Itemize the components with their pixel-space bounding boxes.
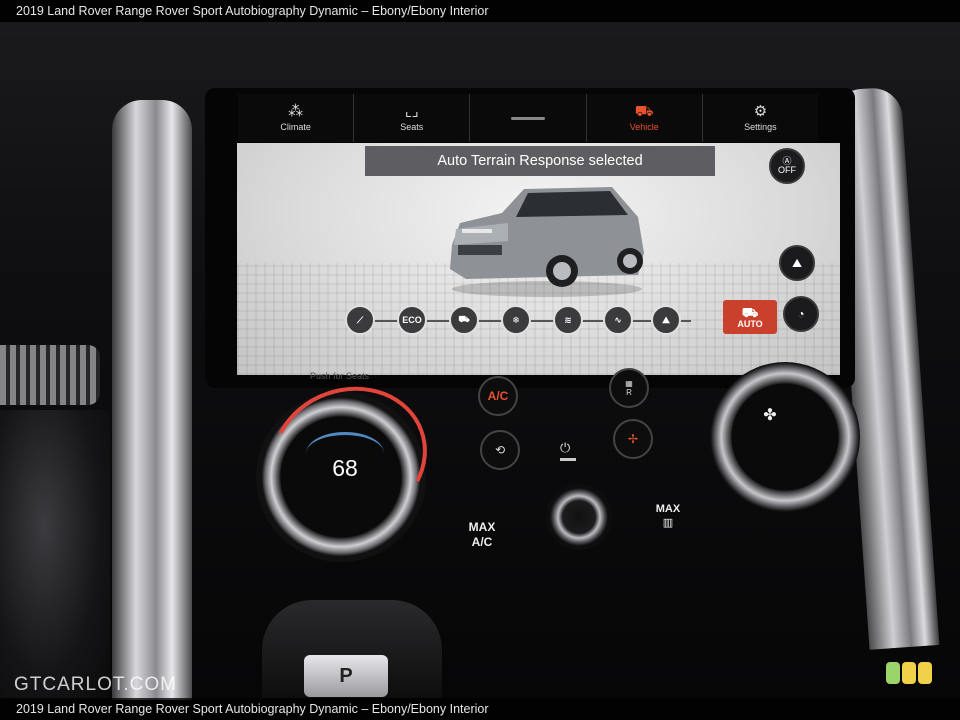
top-navigation-bar: ⁂ Climate ⌞⌟ Seats ⛟ Vehicle ⚙ Settings [238,94,818,142]
mountain-icon: ⛰ [791,255,803,270]
settings-icon: ⚙ [753,103,768,120]
terrain-mode-selector: ⟋ ECO ⛟ ❄ ≋ ∿ ⛰ [341,303,721,339]
site-watermark: GTCARLOT.COM [14,674,177,695]
park-indicator: P [304,655,388,697]
vehicle-icon: ⛟ [741,304,759,320]
nav-seats[interactable]: ⌞⌟ Seats [354,94,471,142]
nav-climate-label: Climate [280,122,311,132]
yellow-light-icon [918,662,932,684]
nav-seats-label: Seats [400,122,424,132]
vehicle-illustration [450,187,644,297]
fan-icon: ✢ [627,432,639,446]
fan-auto-button[interactable]: ✢ [613,419,653,459]
eco-mode-label: ECO [402,315,422,325]
push-for-seats-label: Push for Seats [310,371,370,381]
sand-mode-icon: ∿ [614,314,622,325]
home-dash-icon [511,116,545,120]
traffic-light-badge [886,662,932,684]
dynamic-mode-button[interactable]: ⟋ [345,305,375,335]
snow-mode-icon: ❄ [512,314,520,325]
temperature-readout: 68 [332,455,358,481]
nav-settings-label: Settings [744,122,777,132]
terrain-response-display: Auto Terrain Response selected Ⓐ OFF ⛰ ◔… [237,143,840,375]
comfort-mode-button[interactable]: ⛟ [449,305,479,335]
mud-ruts-mode-button[interactable]: ≋ [553,305,583,335]
terrain-off-button[interactable]: Ⓐ OFF [769,148,805,184]
hill-descent-button[interactable]: ⛰ [779,245,815,281]
auto-terrain-label: AUTO [737,318,763,329]
fan-speed-knob[interactable] [710,362,860,512]
seats-icon: ⌞⌟ [404,103,419,120]
rock-crawl-mode-button[interactable]: ⛰ [651,305,681,335]
defrost-icon: ▥ [662,517,674,529]
rock-mode-icon: ⛰ [662,314,670,325]
eco-mode-button[interactable]: ECO [397,305,427,335]
yellow-light-icon [902,662,916,684]
power-icon: ⏻ [560,440,571,455]
climate-icon: ⁂ [288,103,304,120]
max-defrost-label: MAX [655,503,681,515]
rear-defrost-button[interactable]: ▦ R [609,368,649,408]
sand-mode-button[interactable]: ∿ [603,305,633,335]
terrain-off-label: OFF [778,165,796,175]
terrain-status-banner: Auto Terrain Response selected [365,146,715,176]
mud-mode-icon: ≋ [564,314,572,325]
volume-knob[interactable] [546,484,612,550]
fan-speed-icon: ✤ [763,407,777,424]
recirculation-button[interactable]: ⟲ [480,430,520,470]
nav-vehicle[interactable]: ⛟ Vehicle [587,94,703,142]
rear-defrost-label: R [626,388,632,397]
brake-pedal [0,345,100,405]
nav-vehicle-label: Vehicle [629,122,659,132]
dynamic-program-button[interactable]: ◔ [783,296,819,332]
dynamic-mode-icon: ⟋ [356,314,364,325]
dynamic-curve-icon: ◔ [797,307,805,321]
left-trim-panel [112,100,192,700]
rear-defrost-icon: ▦ [625,379,633,388]
photo-caption-top: 2019 Land Rover Range Rover Sport Autobi… [0,0,960,22]
comfort-mode-icon: ⛟ [458,314,470,324]
green-light-icon [886,662,900,684]
auto-terrain-button[interactable]: ⛟ AUTO [723,300,777,334]
recirculation-icon: ⟲ [494,443,506,457]
floor-covering [0,410,110,700]
nav-climate[interactable]: ⁂ Climate [238,94,355,142]
nav-home[interactable] [470,94,587,142]
grass-gravel-snow-mode-button[interactable]: ❄ [501,305,531,335]
max-ac-button[interactable]: MAX A/C [460,520,504,550]
nav-settings[interactable]: ⚙ Settings [703,94,818,142]
power-indicator [560,458,576,461]
max-defrost-button[interactable]: MAX ▥ [648,502,688,530]
ac-label: A/C [487,389,509,403]
vehicle-icon: ⛟ [634,103,654,120]
ac-button[interactable]: A/C [478,376,518,416]
photo-caption-bottom: 2019 Land Rover Range Rover Sport Autobi… [0,698,960,720]
